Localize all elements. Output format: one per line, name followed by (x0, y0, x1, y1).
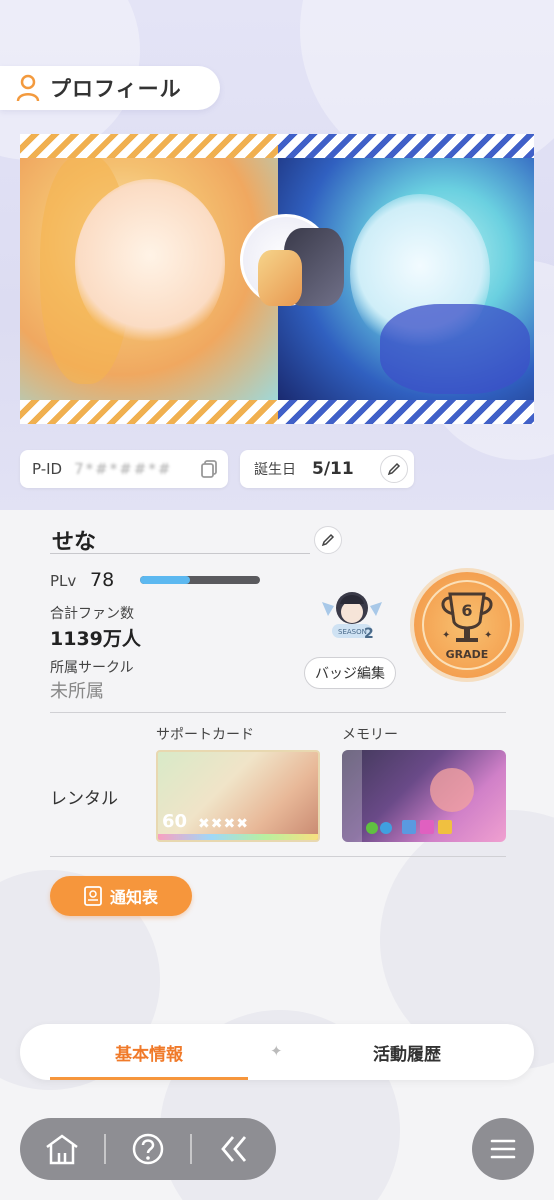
support-card-rank-icons: ✖✖✖✖ (198, 816, 249, 832)
tab-activity-history[interactable]: 活動履歴 (310, 1024, 504, 1080)
profile-banner[interactable] (20, 134, 534, 424)
back-button[interactable] (192, 1118, 276, 1180)
banner-stripe-bottom-right (278, 400, 534, 424)
tab-active-underline (50, 1077, 248, 1080)
pid-label: P-ID (32, 460, 63, 478)
profile-header: プロフィール (0, 66, 220, 110)
sparkle-icon: ✦ (484, 630, 492, 641)
pencil-icon (321, 533, 335, 547)
support-card-label: サポートカード (156, 727, 254, 743)
player-id-box: P-ID 7*#*##*# (20, 450, 228, 488)
birthday-box: 誕生日 5/11 (240, 450, 414, 488)
plv-value: 78 (90, 569, 115, 591)
report-card-button[interactable]: 通知表 (50, 876, 192, 916)
menu-icon (490, 1139, 516, 1159)
banner-hand (380, 304, 530, 394)
banner-stripe-top-left (20, 134, 278, 158)
back-icon (221, 1136, 247, 1162)
pencil-icon (387, 462, 401, 476)
memory-card[interactable] (342, 750, 506, 842)
profile-tabs: 基本情報 ✦ 活動履歴 (20, 1024, 534, 1080)
divider (50, 712, 506, 713)
help-icon (132, 1133, 164, 1165)
copy-icon[interactable] (200, 459, 220, 479)
report-card-label: 通知表 (109, 888, 158, 907)
plv-progress-fill (140, 576, 191, 584)
banner-stripe-bottom-left (20, 400, 278, 424)
report-card-icon (84, 886, 102, 906)
grade-badge[interactable]: 6 ✦ ✦ GRADE (414, 572, 520, 678)
rental-label: レンタル (50, 789, 118, 809)
birthday-value: 5/11 (312, 459, 354, 479)
name-edit-button[interactable] (314, 526, 342, 554)
plv-label: PLv (50, 572, 77, 590)
home-icon (46, 1134, 78, 1165)
grade-number: 6 (461, 601, 472, 620)
divider (50, 856, 506, 857)
sparkle-icon: ✦ (442, 630, 450, 641)
page-title: プロフィール (50, 77, 182, 101)
season-number: 2 (364, 626, 374, 642)
banner-center-photo-2 (258, 250, 302, 306)
home-button[interactable] (20, 1118, 104, 1180)
bottom-nav (20, 1118, 276, 1180)
circle-value: 未所属 (50, 681, 104, 702)
player-name: せな (52, 530, 97, 555)
season-badge[interactable]: SEASON 2 (318, 582, 386, 650)
menu-button[interactable] (472, 1118, 534, 1180)
memory-card-art (342, 750, 474, 842)
circle-label: 所属サークル (50, 660, 134, 676)
tab-separator-icon: ✦ (270, 1042, 283, 1060)
trophy-icon: 6 ✦ ✦ GRADE (422, 580, 512, 670)
help-button[interactable] (106, 1118, 190, 1180)
support-card-level: 60 (162, 811, 188, 832)
person-icon (16, 74, 40, 102)
birthday-label: 誕生日 (254, 462, 296, 478)
badge-edit-button[interactable]: バッジ編集 (304, 657, 396, 689)
birthday-edit-button[interactable] (380, 455, 408, 483)
fans-label: 合計ファン数 (50, 606, 134, 622)
plv-progress-bar (140, 576, 260, 584)
memory-label: メモリー (342, 727, 398, 743)
name-underline (50, 553, 310, 554)
season-text: SEASON (338, 628, 367, 636)
pid-value: 7*#*##*# (74, 460, 173, 478)
tab-basic-info[interactable]: 基本情報 (50, 1024, 248, 1080)
grade-text: GRADE (446, 648, 489, 661)
banner-face-left (75, 179, 225, 349)
support-card-frame (158, 834, 318, 840)
banner-stripe-top-right (278, 134, 534, 158)
support-card[interactable]: 60 ✖✖✖✖ (156, 750, 320, 842)
fans-value: 1139万人 (50, 628, 141, 650)
